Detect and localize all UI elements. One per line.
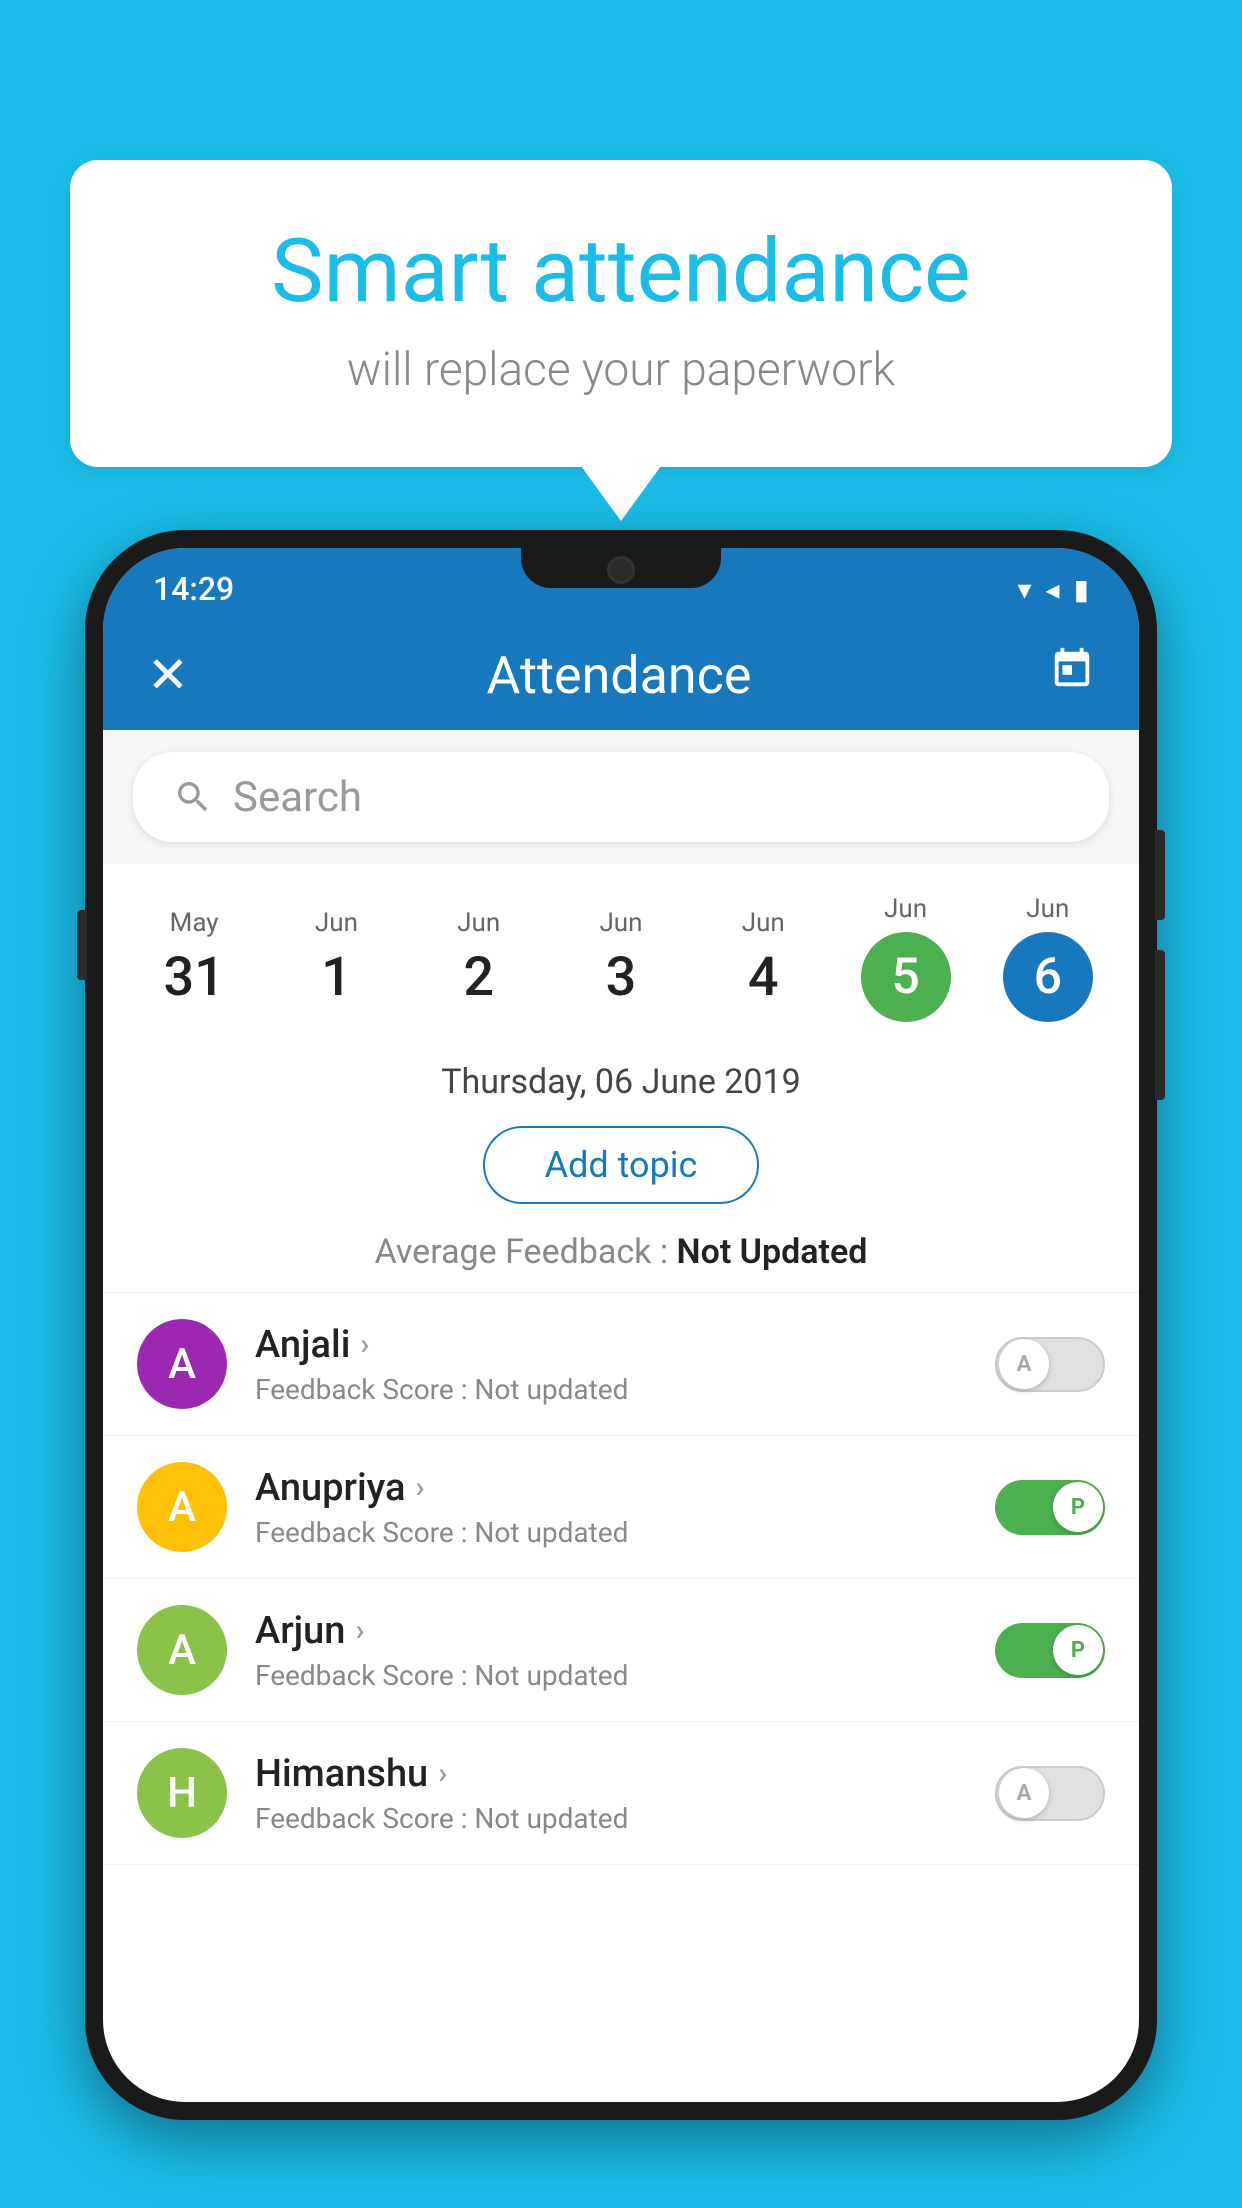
- toggle-knob: P: [1053, 1625, 1103, 1675]
- date-display: Thursday, 06 June 2019: [103, 1042, 1139, 1112]
- calendar-day[interactable]: Jun1: [265, 898, 407, 1019]
- bubble-subtitle: will replace your paperwork: [150, 343, 1092, 397]
- calendar-icon[interactable]: [1049, 646, 1095, 705]
- attendance-toggle[interactable]: A: [995, 1766, 1105, 1821]
- app-bar: ✕ Attendance: [103, 620, 1139, 730]
- student-feedback: Feedback Score : Not updated: [255, 1373, 967, 1406]
- student-avatar: A: [137, 1462, 227, 1552]
- student-info: Arjun › Feedback Score : Not updated: [255, 1609, 967, 1692]
- chevron-icon: ›: [438, 1756, 447, 1791]
- phone-screen: 14:29 ▾ ◂ ▮ ✕ Attendance: [103, 548, 1139, 2102]
- calendar-day[interactable]: Jun3: [550, 898, 692, 1019]
- feedback-summary: Average Feedback : Not Updated: [103, 1224, 1139, 1293]
- student-feedback: Feedback Score : Not updated: [255, 1659, 967, 1692]
- toggle-knob: P: [1053, 1482, 1103, 1532]
- phone-container: 14:29 ▾ ◂ ▮ ✕ Attendance: [85, 530, 1157, 2208]
- feedback-summary-text: Average Feedback : Not Updated: [375, 1232, 868, 1272]
- search-container: Search: [103, 730, 1139, 864]
- add-topic-container: Add topic: [103, 1112, 1139, 1224]
- search-bar[interactable]: Search: [133, 752, 1109, 842]
- calendar-day[interactable]: Jun4: [692, 898, 834, 1019]
- student-item[interactable]: A Arjun › Feedback Score : Not updated P: [103, 1579, 1139, 1722]
- signal-icon: ◂: [1046, 573, 1060, 606]
- student-feedback: Feedback Score : Not updated: [255, 1516, 967, 1549]
- student-avatar: A: [137, 1605, 227, 1695]
- close-button[interactable]: ✕: [147, 646, 189, 705]
- chevron-icon: ›: [360, 1327, 369, 1362]
- student-avatar: H: [137, 1748, 227, 1838]
- phone-frame: 14:29 ▾ ◂ ▮ ✕ Attendance: [85, 530, 1157, 2120]
- student-name: Anjali ›: [255, 1323, 967, 1367]
- speech-bubble-container: Smart attendance will replace your paper…: [70, 160, 1172, 467]
- feedback-label: Average Feedback :: [375, 1232, 677, 1272]
- status-icons: ▾ ◂ ▮: [1017, 573, 1089, 606]
- speech-bubble: Smart attendance will replace your paper…: [70, 160, 1172, 467]
- attendance-toggle[interactable]: A: [995, 1337, 1105, 1392]
- student-info: Anupriya › Feedback Score : Not updated: [255, 1466, 967, 1549]
- power-button: [1155, 830, 1165, 920]
- volume-down-button: [1155, 950, 1165, 1100]
- student-item[interactable]: A Anupriya › Feedback Score : Not updated P: [103, 1436, 1139, 1579]
- search-placeholder: Search: [233, 773, 362, 822]
- toggle-knob: A: [999, 1768, 1049, 1818]
- search-icon: [173, 777, 213, 817]
- student-info: Anjali › Feedback Score : Not updated: [255, 1323, 967, 1406]
- student-avatar: A: [137, 1319, 227, 1409]
- calendar-day[interactable]: May31: [123, 898, 265, 1019]
- calendar-strip: May31Jun1Jun2Jun3Jun4Jun5Jun6: [103, 864, 1139, 1042]
- wifi-icon: ▾: [1017, 573, 1031, 606]
- phone-notch: [521, 548, 721, 588]
- student-item[interactable]: A Anjali › Feedback Score : Not updated A: [103, 1293, 1139, 1436]
- student-info: Himanshu › Feedback Score : Not updated: [255, 1752, 967, 1835]
- app-title: Attendance: [486, 645, 751, 706]
- student-item[interactable]: H Himanshu › Feedback Score : Not updated A: [103, 1722, 1139, 1865]
- feedback-value: Not Updated: [677, 1232, 868, 1272]
- toggle-knob: A: [999, 1339, 1049, 1389]
- calendar-day[interactable]: Jun5: [834, 884, 976, 1032]
- chevron-icon: ›: [355, 1613, 364, 1648]
- student-name: Anupriya ›: [255, 1466, 967, 1510]
- student-name: Arjun ›: [255, 1609, 967, 1653]
- attendance-toggle[interactable]: P: [995, 1480, 1105, 1535]
- attendance-toggle[interactable]: P: [995, 1623, 1105, 1678]
- student-name: Himanshu ›: [255, 1752, 967, 1796]
- front-camera: [607, 556, 635, 584]
- calendar-day[interactable]: Jun2: [408, 898, 550, 1019]
- status-time: 14:29: [153, 570, 234, 608]
- student-feedback: Feedback Score : Not updated: [255, 1802, 967, 1835]
- selected-date-text: Thursday, 06 June 2019: [441, 1062, 801, 1102]
- add-topic-button[interactable]: Add topic: [483, 1126, 760, 1204]
- battery-icon: ▮: [1074, 573, 1089, 606]
- calendar-day[interactable]: Jun6: [977, 884, 1119, 1032]
- volume-button: [77, 910, 87, 980]
- chevron-icon: ›: [415, 1470, 424, 1505]
- bubble-title: Smart attendance: [150, 220, 1092, 323]
- student-list: AAnjali ›Feedback Score : Not updatedAAA…: [103, 1293, 1139, 1865]
